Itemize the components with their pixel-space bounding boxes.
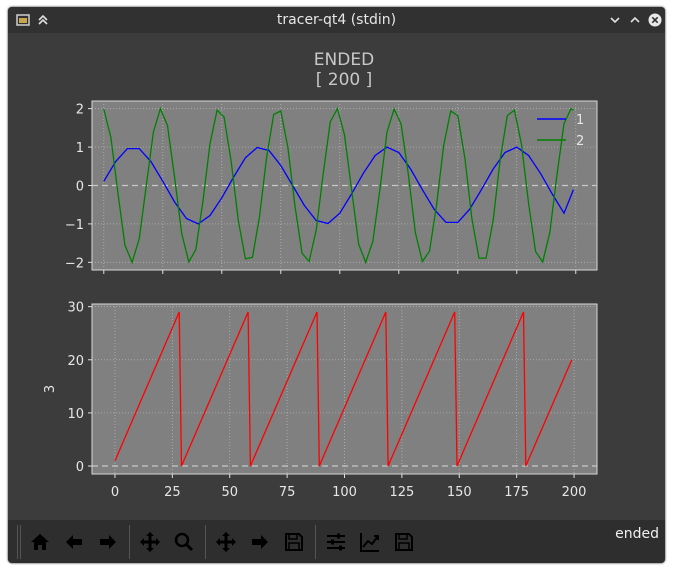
edit-curves-button[interactable] — [356, 528, 384, 556]
y-axis-label: 3 — [43, 385, 58, 393]
home-button[interactable] — [26, 528, 54, 556]
close-icon[interactable] — [648, 13, 662, 27]
x-tick-label: 150 — [447, 485, 472, 500]
x-tick-label: 50 — [221, 485, 238, 500]
line-chart-icon — [360, 533, 379, 552]
toolbar-separator — [129, 525, 130, 559]
pan-button-2[interactable] — [212, 528, 240, 556]
pan-button[interactable] — [136, 528, 164, 556]
y-tick-label: −2 — [65, 256, 84, 271]
y-tick-label: 1 — [76, 141, 84, 156]
zoom-icon — [174, 532, 194, 552]
x-tick-label: 200 — [562, 485, 587, 500]
save-button[interactable] — [280, 528, 308, 556]
back-button[interactable] — [60, 528, 88, 556]
forward-button-2[interactable] — [246, 528, 274, 556]
figure-title-line1: ENDED — [314, 50, 374, 70]
y-tick-label: 2 — [76, 103, 84, 118]
forward-button[interactable] — [94, 528, 122, 556]
navigation-toolbar: ended — [8, 520, 665, 563]
title-bar: tracer-qt4 (stdin) — [8, 7, 665, 33]
y-tick-label: 0 — [76, 460, 84, 475]
legend-label: 1 — [576, 113, 584, 128]
pan-icon — [140, 532, 160, 552]
toolbar-separator — [20, 525, 21, 559]
figure-svg: ENDED [ 200 ] −2 −1 0 1 2 1 2 0 10 20 30 0 25 50 75 10… — [43, 50, 598, 500]
y-tick-label: 30 — [67, 301, 84, 316]
top-axes[interactable]: −2 −1 0 1 2 1 2 — [65, 100, 598, 274]
save-icon — [395, 533, 413, 551]
legend-label: 2 — [576, 134, 584, 149]
figure-canvas[interactable]: ENDED [ 200 ] −2 −1 0 1 2 1 2 0 10 20 30 0 25 50 75 10… — [8, 33, 665, 520]
window-title: tracer-qt4 (stdin) — [276, 12, 397, 28]
sliders-icon — [327, 533, 345, 551]
x-tick-label: 75 — [279, 485, 296, 500]
x-tick-label: 100 — [332, 485, 357, 500]
maximize-icon[interactable] — [628, 13, 642, 27]
minimize-icon[interactable] — [608, 13, 622, 27]
y-tick-label: −1 — [65, 218, 84, 233]
configure-subplots-button[interactable] — [322, 528, 350, 556]
y-tick-label: 20 — [67, 354, 84, 369]
app-window: tracer-qt4 (stdin) ENDED [ 200 ] −2 −1 0 1 2… — [8, 7, 665, 563]
toolbar-separator — [17, 525, 18, 559]
status-text: ended — [615, 526, 659, 542]
bottom-axes[interactable]: 0 10 20 30 0 25 50 75 100 125 150 175 200 3 — [43, 301, 598, 500]
x-tick-label: 125 — [389, 485, 414, 500]
toolbar-separator — [205, 525, 206, 559]
y-tick-label: 10 — [67, 407, 84, 422]
zoom-button[interactable] — [170, 528, 198, 556]
y-tick-label: 0 — [76, 180, 84, 195]
pan-icon — [216, 532, 236, 552]
save-button-2[interactable] — [390, 528, 418, 556]
toolbar-separator — [315, 525, 316, 559]
forward-arrow-icon — [252, 535, 268, 549]
x-tick-label: 175 — [504, 485, 529, 500]
forward-arrow-icon — [100, 535, 116, 549]
home-icon — [31, 534, 49, 550]
figure-title-line2: [ 200 ] — [316, 70, 373, 90]
save-icon — [285, 533, 303, 551]
x-tick-label: 25 — [164, 485, 181, 500]
x-tick-label: 0 — [111, 485, 119, 500]
back-arrow-icon — [66, 535, 82, 549]
